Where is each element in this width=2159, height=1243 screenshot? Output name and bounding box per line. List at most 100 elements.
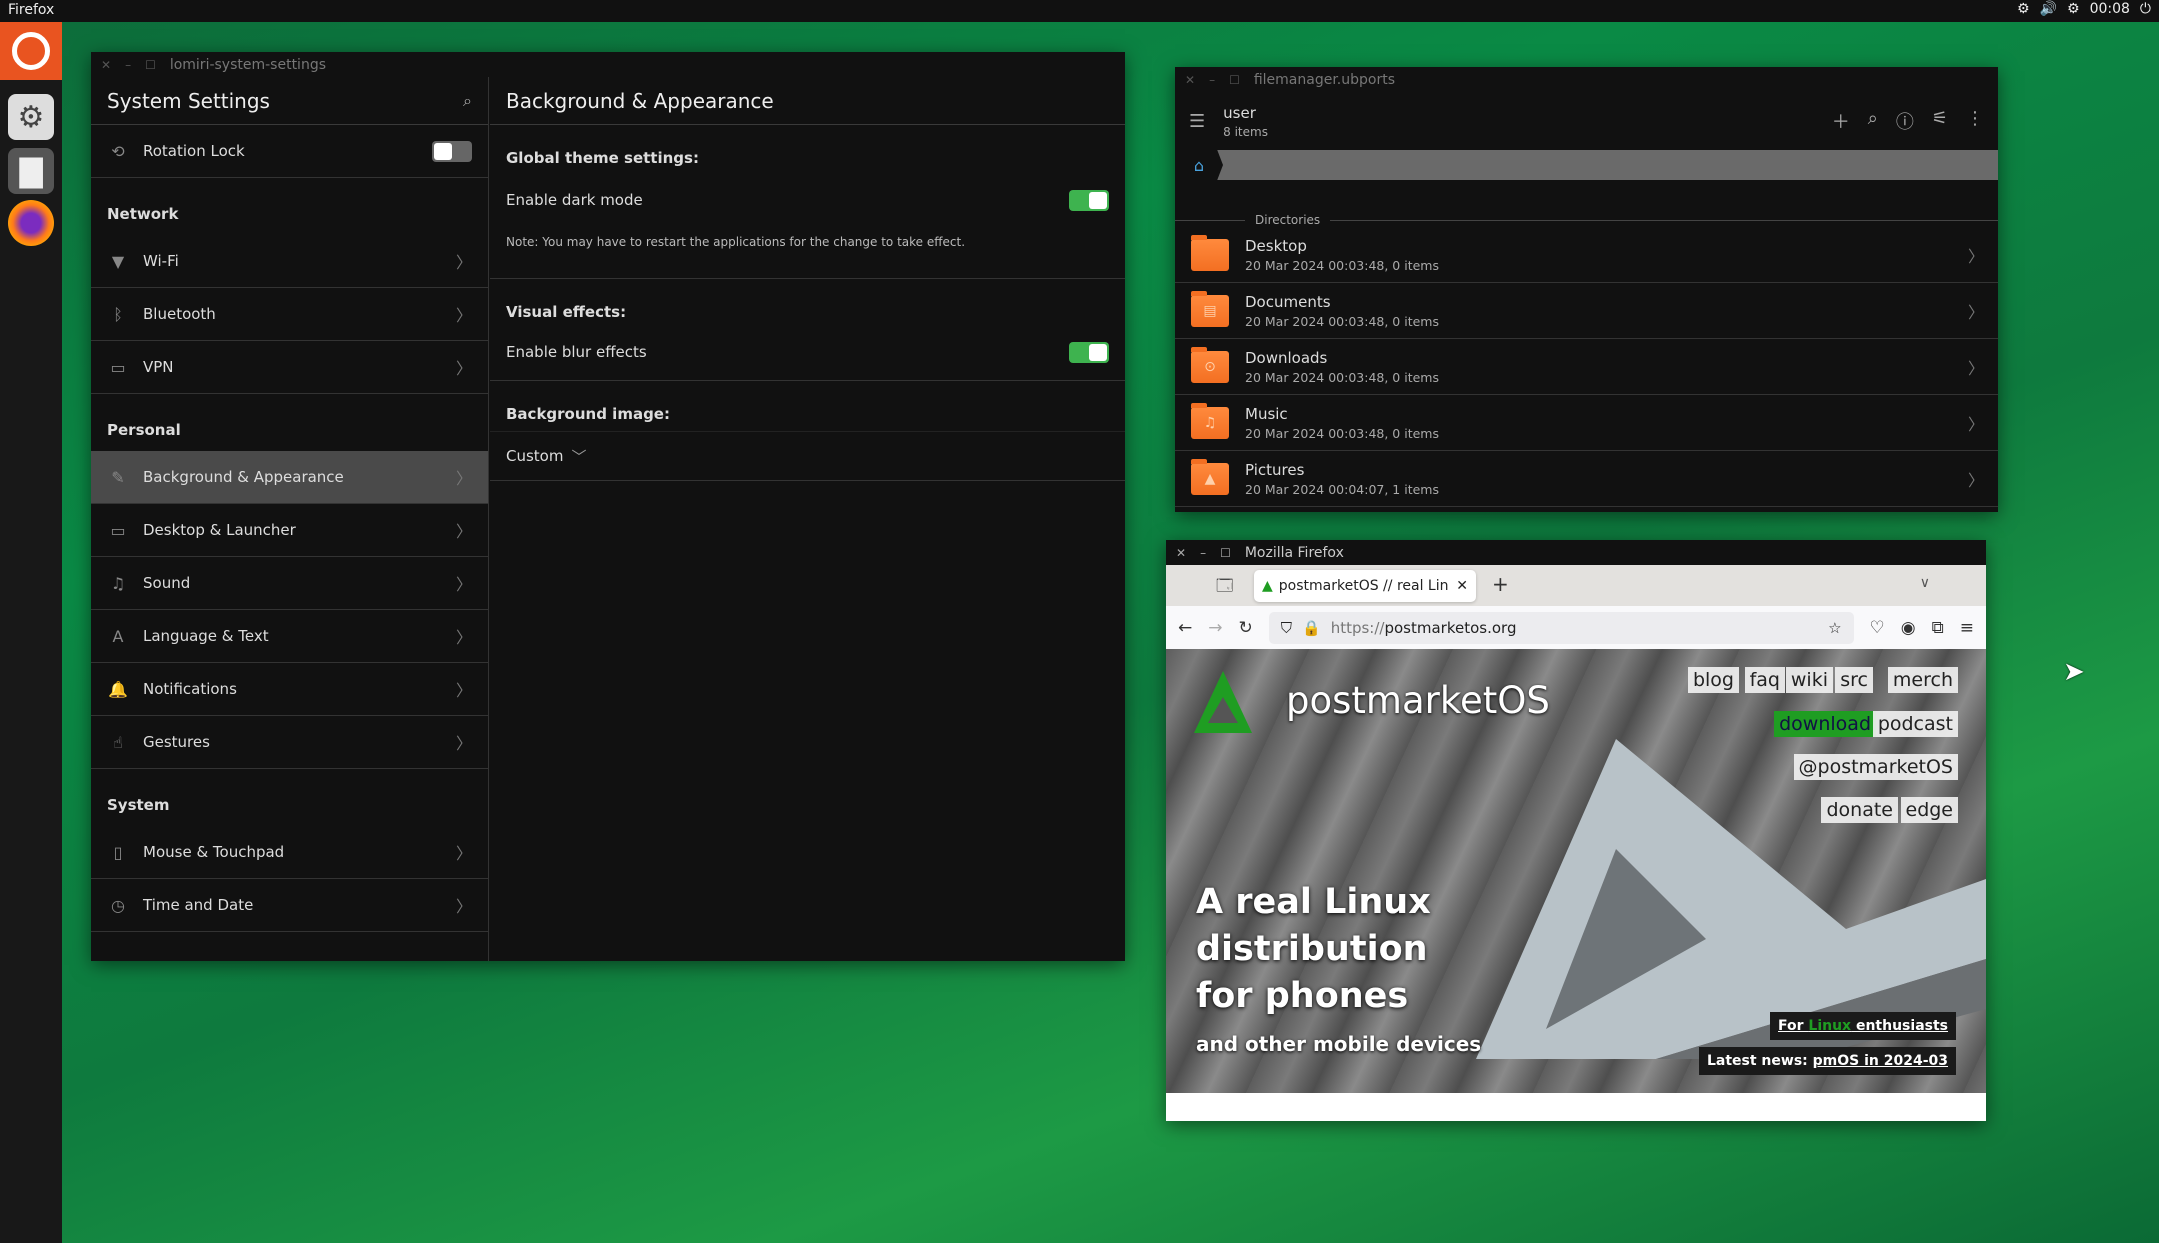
forward-icon[interactable]: →: [1208, 618, 1222, 638]
nav-link-wiki[interactable]: wiki: [1785, 667, 1833, 693]
menu-icon[interactable]: ☰: [1189, 111, 1205, 132]
menu-icon[interactable]: ≡: [1960, 618, 1974, 638]
chevron-right-icon: 〉: [455, 522, 472, 541]
background-image-select[interactable]: Custom ﹀: [490, 431, 1125, 481]
search-icon[interactable]: ⌕: [463, 91, 472, 111]
blur-toggle[interactable]: [1069, 341, 1109, 363]
shield-icon[interactable]: ⛉: [1281, 619, 1292, 637]
file-meta: 20 Mar 2024 00:03:48, 0 items: [1245, 313, 1439, 329]
reload-icon[interactable]: ↻: [1239, 618, 1253, 638]
sidebar-item-time-and-date[interactable]: ◷ Time and Date 〉: [91, 879, 488, 932]
news-link[interactable]: pmOS in 2024-03: [1813, 1053, 1948, 1069]
dark-mode-label: Enable dark mode: [506, 191, 643, 209]
chevron-right-icon: 〉: [455, 844, 472, 863]
nav-link-faq[interactable]: faq: [1744, 667, 1785, 693]
sidebar-item-label: Wi-Fi: [143, 252, 179, 270]
rotation-lock-toggle[interactable]: [432, 140, 472, 162]
indicators[interactable]: ⚙ 🔊 ⚙ 00:08 ⏻: [2017, 1, 2151, 17]
sidebar-item-notifications[interactable]: 🔔 Notifications 〉: [91, 663, 488, 716]
ubuntu-logo-button[interactable]: [0, 22, 62, 80]
list-item[interactable]: Desktop 20 Mar 2024 00:03:48, 0 items 〉: [1175, 227, 1998, 283]
nav-link-merch[interactable]: merch: [1887, 667, 1958, 693]
sidebar-item-sound[interactable]: ♫ Sound 〉: [91, 557, 488, 610]
chevron-right-icon: 〉: [455, 575, 472, 594]
clock[interactable]: 00:08: [2090, 1, 2130, 17]
home-icon[interactable]: ⌂: [1175, 150, 1223, 180]
sidebar-item-background-appearance[interactable]: ✎ Background & Appearance 〉: [91, 451, 488, 504]
vpn-icon: ▭: [110, 357, 126, 377]
firefox-view-icon[interactable]: 🗔: [1216, 575, 1233, 602]
sidebar-item-bluetooth[interactable]: ᛒ Bluetooth 〉: [91, 288, 488, 341]
nav-link-donate[interactable]: donate: [1821, 797, 1898, 823]
list-item[interactable]: ⊙ Downloads 20 Mar 2024 00:03:48, 0 items 〉: [1175, 339, 1998, 395]
launcher-file-manager[interactable]: ▇: [8, 148, 54, 194]
maximize-icon[interactable]: ☐: [145, 58, 156, 72]
launcher-firefox[interactable]: [8, 200, 54, 246]
new-tab-button[interactable]: +: [1492, 572, 1509, 596]
sidebar-item-desktop-launcher[interactable]: ▭ Desktop & Launcher 〉: [91, 504, 488, 557]
more-icon[interactable]: ⋮: [1966, 108, 1984, 134]
nav-link-postmarketOS[interactable]: @postmarketOS: [1793, 754, 1958, 780]
url-bar[interactable]: ⛉ 🔒 https://postmarketos.org ☆: [1268, 611, 1854, 644]
maximize-icon[interactable]: ☐: [1220, 546, 1231, 560]
launcher-system-settings[interactable]: ⚙: [8, 94, 54, 140]
tab-postmarketos[interactable]: ▲ postmarketOS // real Lin ✕: [1254, 570, 1476, 602]
sidebar-item-vpn[interactable]: ▭ VPN 〉: [91, 341, 488, 394]
nav-link-src[interactable]: src: [1835, 667, 1873, 693]
folder-icon: ▤: [1191, 290, 1229, 327]
nav-link-download[interactable]: download: [1774, 711, 1876, 737]
bookmark-star-icon[interactable]: ☆: [1828, 619, 1841, 637]
account-icon[interactable]: ◉: [1901, 618, 1916, 638]
lock-icon[interactable]: 🔒: [1302, 619, 1321, 637]
hero-subtitle: and other mobile devices: [1196, 1032, 1482, 1056]
item-count: 8 items: [1223, 124, 1268, 139]
file-meta: 20 Mar 2024 00:03:48, 0 items: [1245, 425, 1439, 441]
sidebar-item-label: Sound: [143, 574, 191, 592]
minimize-icon[interactable]: –: [1200, 546, 1206, 560]
network-indicator-icon[interactable]: ⚙: [2017, 1, 2030, 17]
pocket-icon[interactable]: ♡: [1870, 618, 1885, 638]
nav-link-podcast[interactable]: podcast: [1872, 711, 1958, 737]
list-item[interactable]: ▤ Documents 20 Mar 2024 00:03:48, 0 items 〉: [1175, 283, 1998, 339]
list-item[interactable]: ♫ Music 20 Mar 2024 00:03:48, 0 items 〉: [1175, 395, 1998, 451]
folder-icon: ▲: [1191, 458, 1229, 495]
settings-sliders-icon[interactable]: ⚟: [1932, 108, 1948, 134]
list-item[interactable]: ▲ Pictures 20 Mar 2024 00:04:07, 1 items 〉: [1175, 451, 1998, 507]
bell-icon: 🔔: [108, 679, 128, 699]
power-icon[interactable]: ⏻: [2140, 1, 2151, 17]
nav-link-blog[interactable]: blog: [1687, 667, 1739, 693]
web-page: postmarketOS blog faq wiki src merch download…: [1166, 649, 1986, 1093]
extensions-icon[interactable]: ⧉: [1932, 618, 1944, 638]
nav-link-edge[interactable]: edge: [1900, 797, 1958, 823]
chevron-right-icon: 〉: [455, 897, 472, 916]
info-icon[interactable]: ⓘ: [1896, 108, 1914, 134]
settings-sidebar: System Settings ⌕ ⟲ Rotation Lock Network ▼…: [91, 77, 489, 961]
chevron-right-icon: 〉: [455, 306, 472, 325]
chevron-right-icon: 〉: [455, 734, 472, 753]
list-item[interactable]: Public〉: [1175, 507, 1998, 512]
folder-icon: ⊙: [1191, 346, 1229, 383]
sidebar-item-gestures[interactable]: ☝ Gestures 〉: [91, 716, 488, 769]
close-icon[interactable]: ✕: [101, 58, 111, 72]
dark-mode-toggle[interactable]: [1069, 189, 1109, 211]
close-icon[interactable]: ✕: [1176, 546, 1186, 560]
close-icon[interactable]: ✕: [1185, 73, 1195, 87]
back-icon[interactable]: ←: [1178, 618, 1192, 638]
sidebar-item-label: Time and Date: [143, 896, 254, 914]
close-tab-icon[interactable]: ✕: [1456, 578, 1468, 594]
volume-icon[interactable]: 🔊: [2040, 1, 2057, 17]
search-icon[interactable]: ⌕: [1868, 108, 1878, 134]
chevron-right-icon: 〉: [1967, 246, 1984, 266]
add-icon[interactable]: ＋: [1832, 108, 1850, 134]
maximize-icon[interactable]: ☐: [1229, 73, 1240, 87]
list-tabs-icon[interactable]: ∨: [1920, 575, 1930, 591]
file-name: Music: [1245, 404, 1288, 423]
minimize-icon[interactable]: –: [1209, 73, 1215, 87]
settings-indicator-icon[interactable]: ⚙: [2067, 1, 2080, 17]
sidebar-item-wi-fi[interactable]: ▼ Wi-Fi 〉: [91, 235, 488, 288]
sidebar-item-mouse-touchpad[interactable]: ▯ Mouse & Touchpad 〉: [91, 826, 488, 879]
linux-enthusiasts-link[interactable]: For Linux enthusiasts: [1770, 1012, 1956, 1040]
hero-line-3: for phones: [1196, 976, 1409, 1016]
sidebar-item-language-text[interactable]: A Language & Text 〉: [91, 610, 488, 663]
minimize-icon[interactable]: –: [125, 58, 131, 72]
